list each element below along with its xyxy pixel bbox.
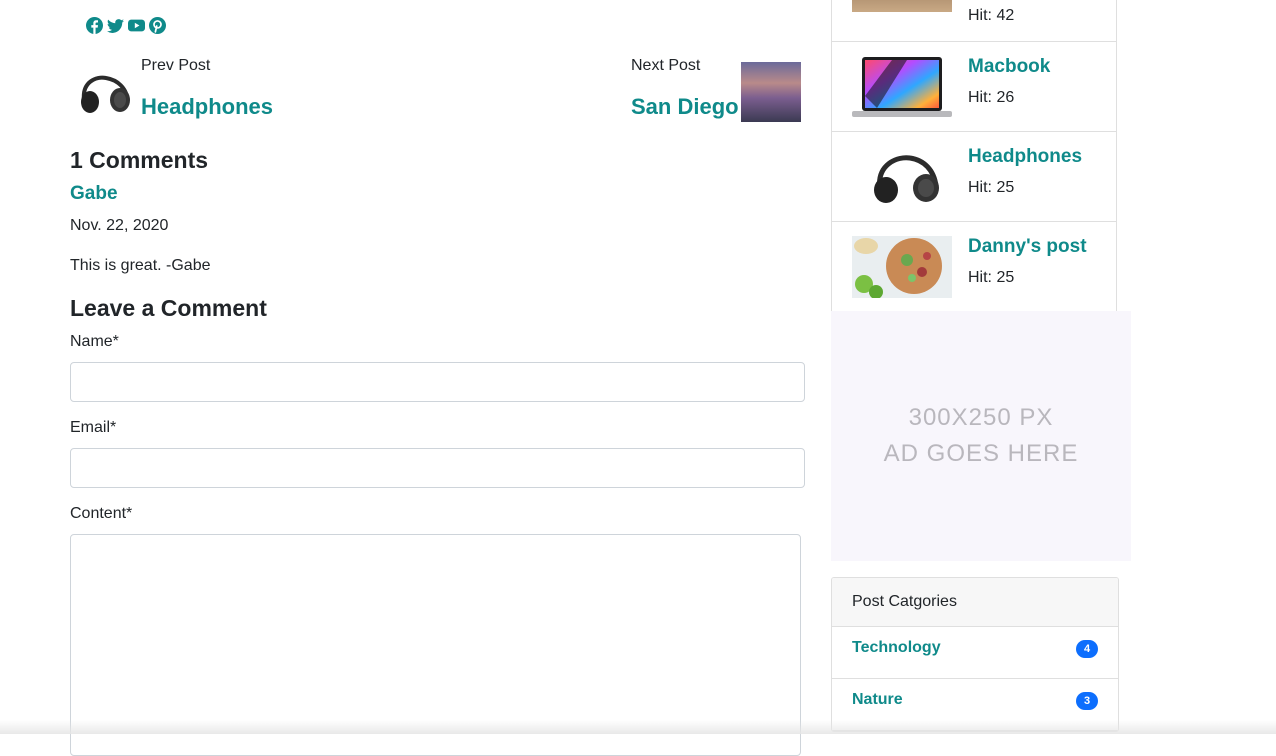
post-hits: Hit: 25 [968,179,1015,196]
social-links [86,17,166,34]
next-post-link[interactable]: San Diego [631,94,739,120]
post-hits: Hit: 26 [968,89,1015,106]
headphones-image [81,75,130,113]
name-field[interactable] [70,362,805,402]
comment-date: Nov. 22, 2020 [70,217,169,234]
email-label: Email* [70,419,117,436]
category-link[interactable]: Nature [852,691,903,709]
ad-placeholder[interactable]: 300X250 PX AD GOES HERE [831,311,1131,561]
pinterest-icon[interactable] [149,17,166,34]
post-title-link[interactable]: Danny's post [968,236,1087,258]
leave-comment-heading: Leave a Comment [70,295,267,321]
list-item[interactable]: Danny's post Hit: 25 [831,222,1117,312]
prev-post-thumbnail[interactable] [76,70,134,116]
twitter-icon[interactable] [107,17,124,34]
category-count-badge: 3 [1076,692,1098,710]
list-item[interactable]: Macbook Hit: 26 [831,42,1117,132]
youtube-icon[interactable] [128,17,145,34]
list-item[interactable]: Headphones Hit: 25 [831,132,1117,222]
post-thumbnail[interactable] [852,0,952,12]
facebook-icon[interactable] [86,17,103,34]
category-item-technology[interactable]: Technology 4 [832,627,1118,679]
email-field[interactable] [70,448,805,488]
next-post-label: Next Post [631,57,701,74]
tacos-image [852,236,952,299]
next-post-thumbnail[interactable] [741,62,801,122]
popular-posts-list: Hit: 42 Macbook Hit: 26 Headphones Hit: … [831,0,1117,312]
post-hits: Hit: 42 [968,7,1015,24]
list-item[interactable]: Hit: 42 [831,0,1117,42]
macbook-thumbnail[interactable] [852,56,952,118]
laptop-image [852,57,952,117]
categories-header: Post Catgories [832,578,1118,627]
post-title-link[interactable]: Headphones [968,146,1082,168]
content-label: Content* [70,505,133,522]
post-hits: Hit: 25 [968,269,1015,286]
post-categories-card: Post Catgories Technology 4 Nature 3 [831,577,1119,732]
post-title-link[interactable]: Macbook [968,56,1050,78]
name-label: Name* [70,333,119,350]
comment-author[interactable]: Gabe [70,183,118,205]
category-link[interactable]: Technology [852,639,941,657]
bottom-fade [0,720,1276,734]
comment-body: This is great. -Gabe [70,257,211,274]
ad-size-text: 300X250 PX [908,404,1054,431]
prev-post-link[interactable]: Headphones [141,94,273,120]
category-count-badge: 4 [1076,640,1098,658]
food-thumbnail[interactable] [852,236,952,299]
headphones-image [874,155,939,203]
comments-heading: 1 Comments [70,147,209,173]
prev-post-label: Prev Post [141,57,211,74]
headphones-thumbnail[interactable] [852,146,952,208]
ad-caption-text: AD GOES HERE [883,440,1079,467]
